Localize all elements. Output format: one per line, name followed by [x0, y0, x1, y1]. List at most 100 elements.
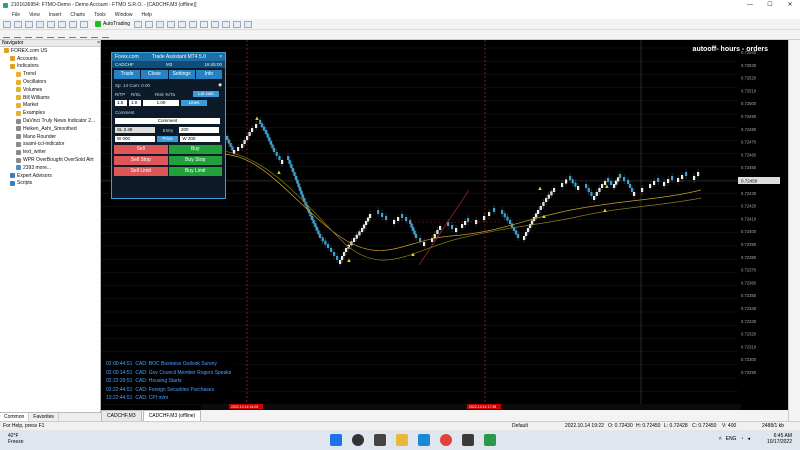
autoscroll-icon[interactable]: [211, 20, 220, 28]
language-indicator[interactable]: ENG: [726, 436, 737, 442]
right-price-input[interactable]: W 200: [180, 136, 220, 142]
sell-limit-button[interactable]: Sell Limit: [114, 167, 168, 176]
minimize-button[interactable]: —: [740, 0, 760, 10]
risk-input[interactable]: 1.00: [143, 100, 179, 106]
trendline-icon[interactable]: [47, 32, 54, 38]
navigator-item[interactable]: text_writer: [0, 148, 100, 156]
vertical-line-icon[interactable]: [25, 32, 32, 38]
maximize-button[interactable]: ☐: [760, 0, 780, 10]
metatrader-icon[interactable]: [484, 434, 496, 446]
navigator-item[interactable]: Market: [0, 102, 100, 110]
tab-favorites[interactable]: Favorites: [29, 413, 59, 421]
chrome-icon[interactable]: [440, 434, 452, 446]
start-icon[interactable]: [330, 434, 342, 446]
navigator-item[interactable]: Scripts: [0, 180, 100, 188]
navigator-item[interactable]: Mano Rounder: [0, 133, 100, 141]
navigator-item[interactable]: Indicators: [0, 63, 100, 71]
market-watch-icon[interactable]: [25, 20, 33, 28]
new-chart-icon[interactable]: [3, 20, 11, 28]
strategy-tester-icon[interactable]: [69, 20, 77, 28]
sell-stop-button[interactable]: Sell Stop: [114, 156, 168, 165]
volume-icon[interactable]: ◂: [747, 436, 750, 442]
navigator-item[interactable]: WPR OverBought OverSold Alrt: [0, 156, 100, 164]
buy-stop-button[interactable]: Buy Stop: [168, 156, 222, 165]
channel-icon[interactable]: [58, 32, 65, 38]
comment-input[interactable]: Comment: [115, 118, 220, 124]
wifi-icon[interactable]: ◔: [740, 436, 743, 442]
zoom-out-icon[interactable]: [178, 20, 187, 28]
left-price-input[interactable]: W 000: [115, 136, 155, 142]
tile-windows-icon[interactable]: [189, 20, 198, 28]
sell-button[interactable]: Sell: [114, 145, 168, 154]
weather-widget[interactable]: 42°F Freeze: [8, 433, 24, 445]
tab-info[interactable]: Info: [195, 70, 222, 79]
menu-window[interactable]: Window: [115, 12, 133, 18]
tab-close[interactable]: Close: [141, 70, 168, 79]
templates-icon[interactable]: [244, 20, 253, 28]
menu-insert[interactable]: Insert: [49, 12, 62, 18]
navigator-item[interactable]: Accounts: [0, 55, 100, 63]
cursor-icon[interactable]: [3, 32, 10, 38]
horizontal-line-icon[interactable]: [36, 32, 43, 38]
task-view-icon[interactable]: [374, 434, 386, 446]
navigator-close-icon[interactable]: ×: [97, 40, 100, 46]
tab-trade[interactable]: Trade: [114, 70, 141, 79]
panel-close-icon[interactable]: ×: [219, 54, 222, 60]
close-button[interactable]: ✕: [780, 0, 800, 10]
clock[interactable]: 6:45 AM 10/17/2022: [767, 433, 792, 445]
label-icon[interactable]: [91, 32, 98, 38]
navigator-item[interactable]: Expert Advisors: [0, 172, 100, 180]
navigator-item[interactable]: ssami-cci-indicator: [0, 141, 100, 149]
menu-charts[interactable]: Charts: [70, 12, 85, 18]
periods-icon[interactable]: [233, 20, 242, 28]
navigator-item[interactable]: DaVinci Truly News Indicator 2...: [0, 117, 100, 125]
navigator-item[interactable]: Heiken_Ashi_Smoothed: [0, 125, 100, 133]
tp-input[interactable]: 1.5: [115, 100, 127, 106]
menu-tools[interactable]: Tools: [94, 12, 106, 18]
lines-button[interactable]: Lines: [181, 100, 207, 106]
data-window-icon[interactable]: [36, 20, 44, 28]
chart-shift-icon[interactable]: [200, 20, 209, 28]
fibo-icon[interactable]: [69, 32, 76, 38]
navigator-item[interactable]: Examples: [0, 109, 100, 117]
menu-view[interactable]: View: [29, 12, 40, 18]
indicators-icon[interactable]: [222, 20, 231, 28]
navigator-item[interactable]: Volumes: [0, 86, 100, 94]
eye-icon[interactable]: ◉: [218, 82, 222, 88]
sl-input[interactable]: 1.0: [129, 100, 141, 106]
bar-chart-icon[interactable]: [134, 20, 143, 28]
entry-input[interactable]: 200: [179, 127, 219, 133]
line-chart-icon[interactable]: [156, 20, 165, 28]
profiles-icon[interactable]: [14, 20, 22, 28]
navigator-item[interactable]: Trend: [0, 70, 100, 78]
navigator-item[interactable]: Oscillators: [0, 78, 100, 86]
price-button[interactable]: Price: [156, 136, 179, 142]
navigator-item[interactable]: Bill Williams: [0, 94, 100, 102]
lot-calc-button[interactable]: Lot calc: [193, 91, 219, 97]
navigator-icon[interactable]: [47, 20, 55, 28]
buy-button[interactable]: Buy: [168, 145, 222, 154]
arrows-icon[interactable]: [102, 32, 109, 38]
panel-header[interactable]: Forex.com Trade Assistant MT4 5.0 ×: [112, 53, 225, 61]
chart-tab-online[interactable]: CADCHF,M3: [101, 410, 142, 421]
tab-settings[interactable]: Settings: [168, 70, 195, 79]
chart-tab-offline[interactable]: CADCHF,M3 (offline): [142, 410, 202, 421]
right-scrollbar[interactable]: [788, 40, 800, 421]
terminal-icon[interactable]: [58, 20, 66, 28]
text-icon[interactable]: [80, 32, 87, 38]
navigator-item[interactable]: FOREX.com US: [0, 47, 100, 55]
search-icon[interactable]: [352, 434, 364, 446]
zoom-in-icon[interactable]: [167, 20, 176, 28]
file-explorer-icon[interactable]: [396, 434, 408, 446]
candle-chart-icon[interactable]: [145, 20, 154, 28]
store-icon[interactable]: [462, 434, 474, 446]
menu-file[interactable]: File: [12, 12, 20, 18]
crosshair-icon[interactable]: [14, 32, 21, 38]
menu-help[interactable]: Help: [142, 12, 152, 18]
tab-common[interactable]: Common: [0, 413, 30, 421]
navigator-item[interactable]: 2393 more...: [0, 164, 100, 172]
chevron-up-icon[interactable]: ˄: [719, 436, 722, 442]
autotrading-button[interactable]: AutoTrading: [95, 21, 130, 27]
sl-value-input[interactable]: SL 2.49: [115, 127, 155, 133]
edge-icon[interactable]: [418, 434, 430, 446]
